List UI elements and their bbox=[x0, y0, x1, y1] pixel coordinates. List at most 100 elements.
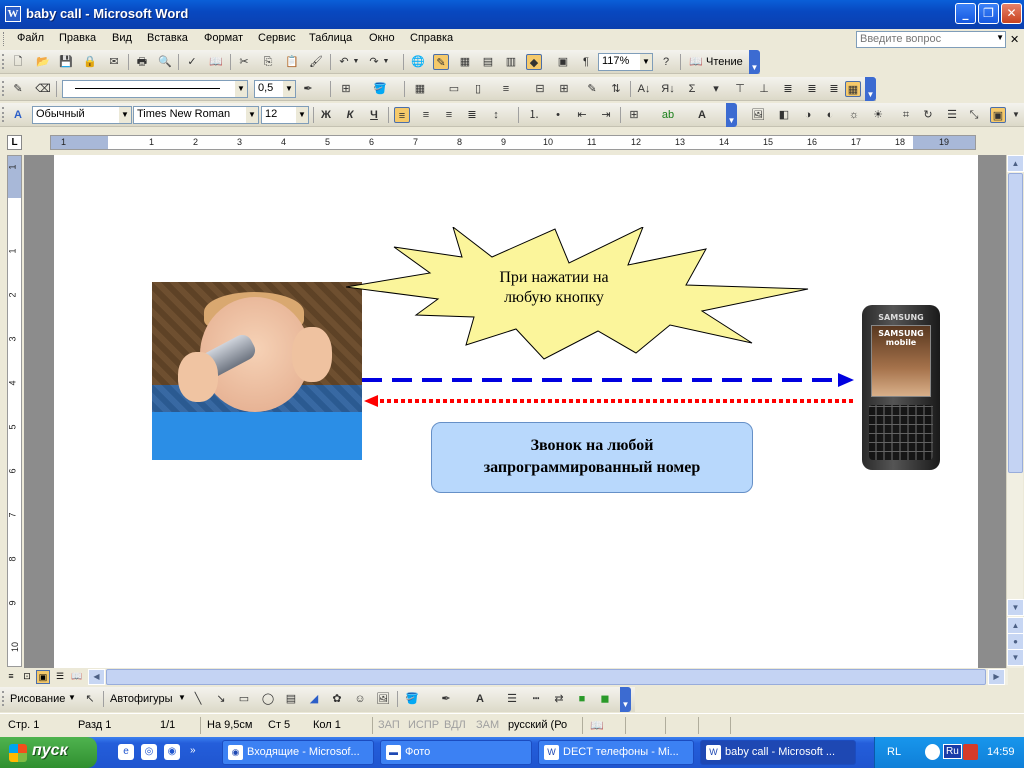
more-brightness-icon[interactable]: ☼ bbox=[846, 107, 862, 123]
paste-icon[interactable]: 📋 bbox=[284, 54, 300, 70]
crop-icon[interactable]: ⌗ bbox=[898, 107, 914, 123]
normal-view-icon[interactable]: ≡ bbox=[4, 670, 18, 684]
chevron-down-icon[interactable]: ▼ bbox=[996, 33, 1004, 42]
insert-excel-icon[interactable]: ▤ bbox=[480, 54, 496, 70]
vertical-scrollbar[interactable]: ▲ ▼ ▲ ● ▼ bbox=[1006, 155, 1024, 668]
drawing-menu-button[interactable]: Рисование bbox=[10, 693, 65, 705]
status-track-changes[interactable]: ИСПР bbox=[408, 719, 439, 731]
document-close-icon[interactable]: ✕ bbox=[1010, 33, 1019, 46]
toolbar-options-icon[interactable]: ▼ bbox=[865, 77, 876, 101]
toolbar-icon[interactable]: ≣ bbox=[804, 81, 820, 97]
redo-dropdown-icon[interactable]: ▼ bbox=[382, 54, 390, 70]
increase-indent-icon[interactable]: ⇥ bbox=[598, 107, 614, 123]
next-page-icon[interactable]: ▼ bbox=[1007, 649, 1024, 666]
chevron-down-icon[interactable]: ▼ bbox=[283, 81, 295, 97]
arrow-style-icon[interactable]: ⇄ bbox=[551, 691, 567, 707]
rectangle-tool-icon[interactable]: ▭ bbox=[236, 691, 252, 707]
scroll-left-icon[interactable]: ◀ bbox=[88, 669, 105, 685]
task-baby-call[interactable]: W baby call - Microsoft ... bbox=[700, 740, 856, 765]
tray-app-icon[interactable] bbox=[963, 744, 978, 760]
undo-dropdown-icon[interactable]: ▼ bbox=[352, 54, 360, 70]
align-right-icon[interactable]: ≡ bbox=[441, 107, 457, 123]
reading-button[interactable]: Чтение bbox=[706, 56, 743, 68]
status-overtype[interactable]: ЗАМ bbox=[476, 719, 499, 731]
drawing-icon[interactable]: ◆ bbox=[526, 54, 542, 70]
compress-picture-icon[interactable]: ⤡ bbox=[966, 107, 982, 123]
text-box-icon[interactable]: ▤ bbox=[283, 691, 299, 707]
align-left-icon[interactable]: ≡ bbox=[394, 107, 410, 123]
help-question-input[interactable]: Введите вопрос ▼ bbox=[856, 31, 1006, 48]
distribute-cols-icon[interactable]: ⊞ bbox=[556, 81, 572, 97]
chevron-down-icon[interactable]: ▼ bbox=[119, 107, 131, 123]
insert-picture-icon[interactable]: 🖼 bbox=[375, 691, 391, 707]
more-contrast-icon[interactable]: ◑ bbox=[800, 107, 816, 123]
highlight-icon[interactable]: ab bbox=[660, 107, 676, 123]
bold-button[interactable]: Ж bbox=[318, 107, 334, 123]
insert-table-icon[interactable]: ▦ bbox=[457, 54, 473, 70]
hyperlink-icon[interactable]: 🌐 bbox=[410, 54, 426, 70]
text-direction-icon[interactable]: ⇅ bbox=[608, 81, 624, 97]
tray-app-icon[interactable] bbox=[925, 744, 940, 760]
font-select[interactable]: Times New Roman ▼ bbox=[133, 106, 259, 124]
tab-selector[interactable]: L bbox=[7, 135, 22, 150]
toolbar-grip[interactable] bbox=[2, 107, 5, 122]
underline-button[interactable]: Ч bbox=[366, 107, 382, 123]
shadow-style-icon[interactable]: ■ bbox=[574, 691, 590, 707]
text-wrapping-icon[interactable]: ▣ bbox=[990, 107, 1006, 123]
task-dect[interactable]: W DECT телефоны - Mi... bbox=[538, 740, 694, 765]
split-cells-icon[interactable]: ▯ bbox=[470, 81, 486, 97]
sort-descending-icon[interactable]: Я↓ bbox=[660, 81, 676, 97]
tables-borders-icon[interactable]: ✎ bbox=[433, 54, 449, 70]
task-photo[interactable]: ▬ Фото bbox=[380, 740, 532, 765]
numbering-icon[interactable]: ⒈ bbox=[526, 107, 542, 123]
undo-icon[interactable]: ↶ bbox=[336, 54, 352, 70]
print-layout-icon[interactable]: ▣ bbox=[36, 670, 50, 684]
chevron-down-icon[interactable]: ▼ bbox=[640, 54, 652, 70]
line-spacing-icon[interactable]: ↕ bbox=[488, 107, 504, 123]
quick-launch-icon[interactable]: ◉ bbox=[164, 744, 180, 760]
ie-icon[interactable]: e bbox=[118, 744, 134, 760]
image-control-icon[interactable]: ◧ bbox=[776, 107, 792, 123]
prev-page-icon[interactable]: ▲ bbox=[1007, 617, 1024, 634]
sort-ascending-icon[interactable]: A↓ bbox=[636, 81, 652, 97]
print-icon[interactable]: 🖶 bbox=[134, 54, 150, 70]
dash-style-icon[interactable]: ┅ bbox=[528, 691, 544, 707]
oval-tool-icon[interactable]: ◯ bbox=[260, 691, 276, 707]
spelling-status-icon[interactable]: 📖 bbox=[590, 719, 604, 732]
borders-icon[interactable]: ⊞ bbox=[338, 81, 354, 97]
chevron-down-icon[interactable]: ▼ bbox=[68, 693, 76, 702]
restore-button[interactable]: ❐ bbox=[978, 3, 999, 24]
diagram-icon[interactable]: ✿ bbox=[329, 691, 345, 707]
reading-layout-icon[interactable]: 📖 bbox=[70, 670, 84, 684]
toolbar-options-icon[interactable]: ▼ bbox=[620, 687, 631, 712]
cut-icon[interactable]: ✂ bbox=[236, 54, 252, 70]
menu-window[interactable]: Окно bbox=[369, 32, 395, 44]
spelling-icon[interactable]: ✓ bbox=[184, 54, 200, 70]
menu-help[interactable]: Справка bbox=[410, 32, 453, 44]
outside-border-icon[interactable]: ⊞ bbox=[626, 107, 642, 123]
menu-tools[interactable]: Сервис bbox=[258, 32, 296, 44]
web-view-icon[interactable]: ⊡ bbox=[20, 670, 34, 684]
less-brightness-icon[interactable]: ☀ bbox=[870, 107, 886, 123]
bullets-icon[interactable]: • bbox=[550, 107, 566, 123]
clip-art-icon[interactable]: ☺ bbox=[352, 691, 368, 707]
insert-table-icon[interactable]: ▦ bbox=[412, 81, 428, 97]
scroll-up-icon[interactable]: ▲ bbox=[1007, 155, 1024, 172]
save-icon[interactable]: 💾 bbox=[58, 54, 74, 70]
line-tool-icon[interactable]: ╲ bbox=[190, 691, 206, 707]
align-center-icon[interactable]: ≡ bbox=[418, 107, 434, 123]
autosum-icon[interactable]: Σ bbox=[684, 81, 700, 97]
draw-table-icon[interactable]: ✎ bbox=[10, 81, 26, 97]
vertical-ruler[interactable]: 1 1 2 3 4 5 6 7 8 9 10 bbox=[7, 155, 22, 667]
toolbar-grip[interactable] bbox=[2, 691, 5, 706]
horizontal-scrollbar[interactable]: ◀ ▶ bbox=[88, 669, 1008, 685]
autoshapes-menu-button[interactable]: Автофигуры bbox=[110, 693, 173, 705]
minimize-button[interactable]: _ bbox=[955, 3, 976, 24]
baby-photo[interactable] bbox=[152, 282, 362, 460]
menu-edit[interactable]: Правка bbox=[59, 32, 96, 44]
document-map-icon[interactable]: ▣ bbox=[555, 54, 571, 70]
open-folder-icon[interactable]: 📂 bbox=[35, 54, 51, 70]
menu-table[interactable]: Таблица bbox=[309, 32, 352, 44]
3d-style-icon[interactable]: ◼ bbox=[597, 691, 613, 707]
font-size-select[interactable]: 12 ▼ bbox=[261, 106, 309, 124]
